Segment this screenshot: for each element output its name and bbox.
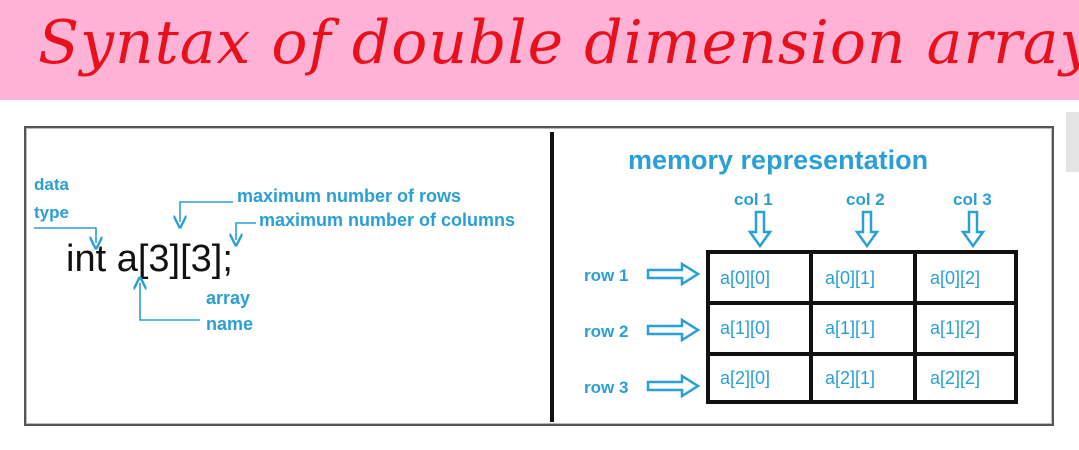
grid-line: [710, 301, 1014, 305]
row-arrow-1: [646, 261, 701, 287]
grid-cell: a[2][0]: [720, 368, 771, 388]
grid-cell: a[0][1]: [825, 268, 876, 288]
grid-cell: a[1][1]: [825, 318, 876, 338]
memory-grid: a[0][0] a[0][1] a[0][2] a[1][0] a[1][1] …: [706, 250, 1018, 404]
row-arrow-2: [646, 317, 701, 343]
grid-cell: a[0][0]: [720, 268, 771, 288]
grid-cell: a[2][2]: [930, 368, 981, 388]
col-arrow-2: [854, 210, 880, 249]
grid-line: [710, 352, 1014, 356]
grid-cell: a[0][2]: [930, 268, 981, 288]
grid-cell: a[1][2]: [930, 318, 981, 338]
grid-line: [809, 254, 813, 400]
col-arrow-1: [747, 210, 773, 249]
grid-cell: a[1][0]: [720, 318, 771, 338]
grid-line: [913, 254, 917, 400]
col-arrow-3: [960, 210, 986, 249]
grid-cell: a[2][1]: [825, 368, 876, 388]
row-arrow-3: [646, 373, 701, 399]
